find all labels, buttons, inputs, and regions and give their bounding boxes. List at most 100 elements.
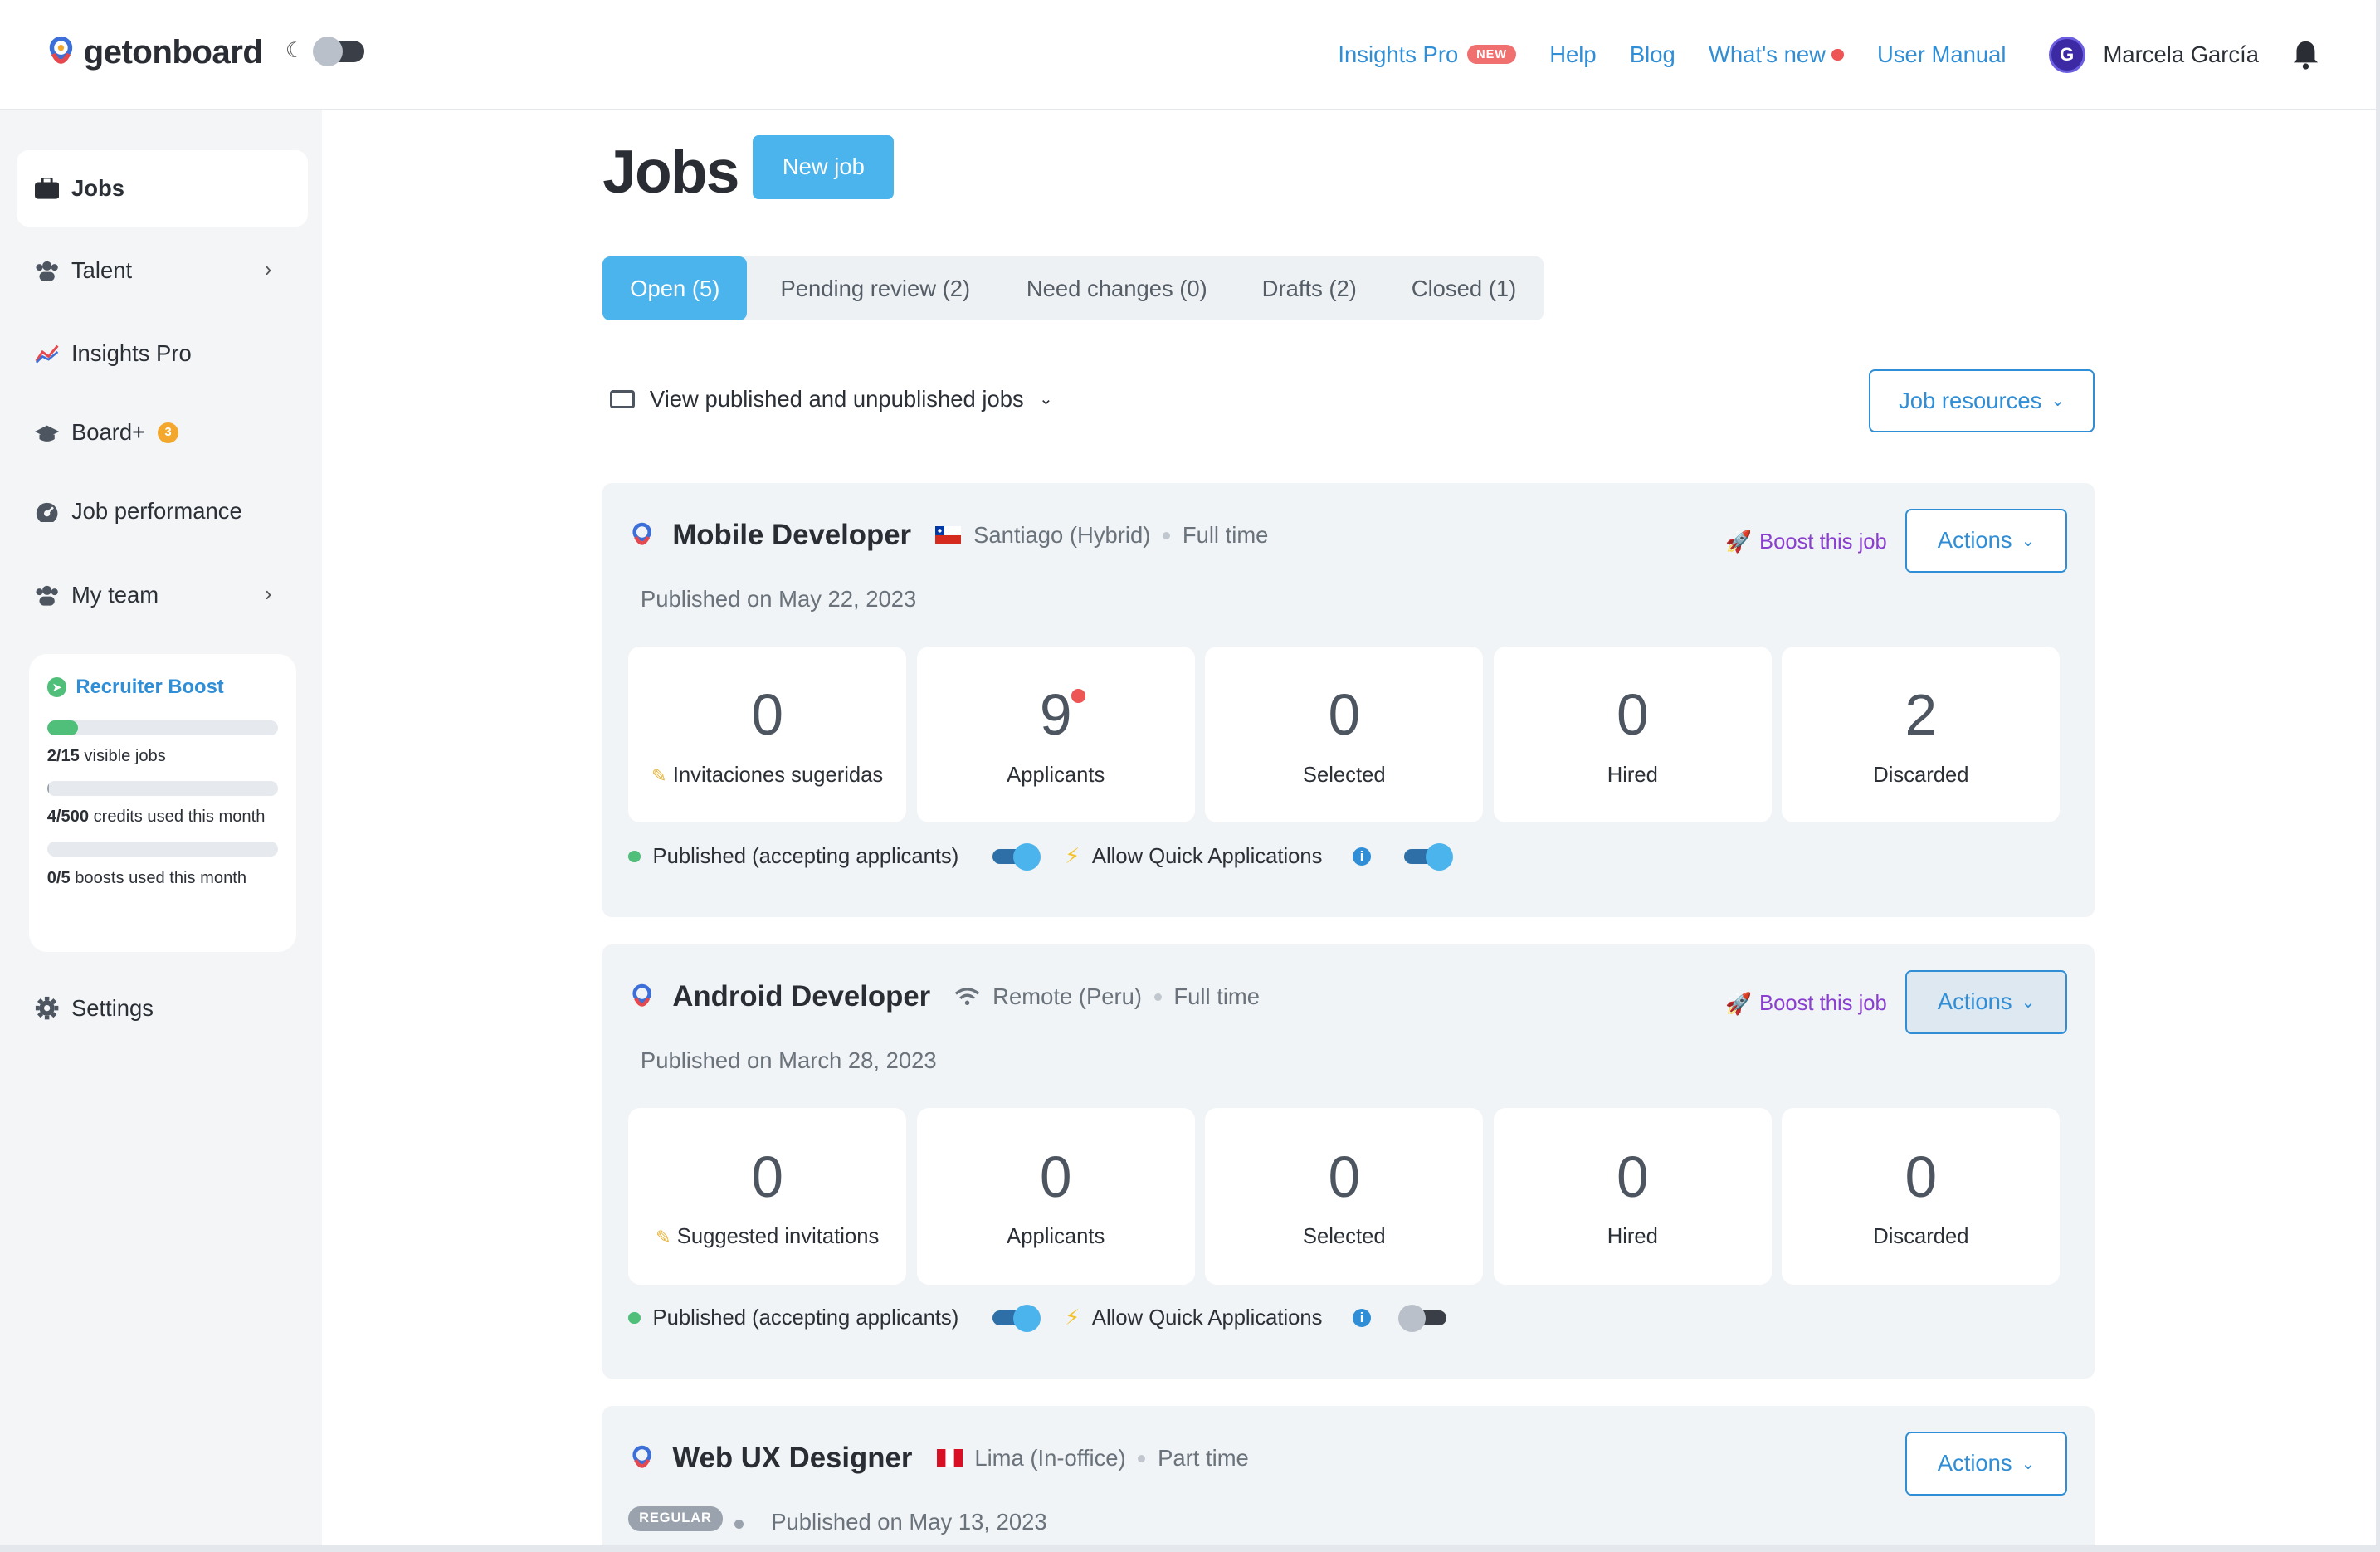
- stat-label: ✎ Suggested invitations: [656, 1225, 879, 1249]
- published-toggle[interactable]: [992, 842, 1041, 871]
- stat-suggested-invitations[interactable]: 0 ✎ Suggested invitations: [628, 1108, 907, 1285]
- job-type: Full time: [1182, 522, 1269, 549]
- job-type: Part time: [1158, 1445, 1249, 1471]
- job-meta: Santiago (Hybrid) Full time: [935, 522, 1268, 549]
- list-icon: [610, 389, 635, 408]
- top-bar: getonboard ☾ Insights Pro NEW Help Blog …: [0, 0, 2380, 110]
- magic-wand-icon: ✎: [656, 1226, 671, 1247]
- sidebar-item-label: My team: [71, 582, 159, 608]
- stat-label: Hired: [1607, 1225, 1658, 1249]
- stat-value: 0: [1616, 1144, 1649, 1209]
- job-location: Remote (Peru): [992, 983, 1142, 1010]
- nav-help[interactable]: Help: [1549, 41, 1596, 68]
- sidebar-item-jobs[interactable]: Jobs: [17, 150, 309, 227]
- actions-label: Actions: [1937, 527, 2012, 554]
- tab-open[interactable]: Open (5): [602, 256, 748, 320]
- job-resources-label: Job resources: [1899, 387, 2042, 413]
- stat-discarded[interactable]: 2 Discarded: [1782, 647, 2061, 823]
- stat-value: 2: [1904, 682, 1938, 748]
- user-menu[interactable]: G Marcela García: [2048, 36, 2259, 73]
- stat-count: 2/15: [46, 747, 80, 766]
- job-title[interactable]: Mobile Developer: [672, 520, 911, 552]
- stat-applicants[interactable]: 9 Applicants: [916, 647, 1195, 823]
- user-name: Marcela García: [2103, 41, 2259, 67]
- nav-whats-new[interactable]: What's new: [1709, 41, 1844, 68]
- nav-user-manual[interactable]: User Manual: [1877, 41, 2006, 68]
- bell-icon[interactable]: [2292, 40, 2319, 71]
- logo[interactable]: getonboard: [47, 33, 263, 71]
- stat-discarded[interactable]: 0 Discarded: [1782, 1108, 2061, 1285]
- quick-apply-toggle[interactable]: [1404, 842, 1453, 871]
- info-icon[interactable]: i: [1353, 1309, 1371, 1328]
- dark-mode-switch[interactable]: [312, 36, 365, 67]
- published-toggle-label: Published (accepting applicants): [652, 844, 959, 868]
- lightning-icon: ⚡: [1065, 845, 1080, 869]
- tab-need-changes[interactable]: Need changes (0): [999, 256, 1235, 320]
- separator-dot: [1153, 993, 1162, 1001]
- stat-value: 0: [1616, 682, 1649, 748]
- tab-pending-review[interactable]: Pending review (2): [747, 256, 999, 320]
- published-toggle[interactable]: [992, 1304, 1041, 1332]
- boost-this-job-link[interactable]: 🚀 Boost this job: [1725, 992, 1887, 1017]
- job-card: Mobile Developer Santiago (Hybrid) Full …: [602, 482, 2095, 917]
- lightning-icon: ⚡: [1065, 1306, 1080, 1330]
- top-nav: Insights Pro NEW Help Blog What's new Us…: [1338, 36, 2319, 73]
- team-icon: [35, 583, 59, 607]
- rocket-icon: ➤: [46, 677, 67, 697]
- company-logo-icon: [632, 1445, 651, 1468]
- boost-title-text: Recruiter Boost: [76, 676, 224, 699]
- stat-value: 0: [751, 1144, 783, 1209]
- nav-insights-pro[interactable]: Insights Pro NEW: [1338, 41, 1516, 68]
- job-header: Mobile Developer Santiago (Hybrid) Full …: [630, 520, 1268, 552]
- recruiter-boost-card: ➤ Recruiter Boost 2/15 visible jobs 4/50…: [28, 654, 296, 952]
- sidebar-item-job-performance[interactable]: Job performance: [17, 474, 308, 549]
- stat-suggested-invitations[interactable]: 0 ✎ Invitaciones sugeridas: [628, 647, 907, 823]
- gauge-icon: [35, 500, 59, 524]
- sidebar-item-insights-pro[interactable]: Insights Pro: [17, 315, 308, 391]
- peru-flag-icon: [936, 1449, 963, 1468]
- stat-label: Selected: [1302, 1225, 1386, 1249]
- credits-bar-fill: [46, 780, 49, 797]
- window-bottom-edge: [0, 1545, 2380, 1552]
- published-date: Published on March 28, 2023: [640, 1047, 937, 1074]
- sidebar-item-settings[interactable]: Settings: [17, 970, 308, 1046]
- stat-value: 0: [1328, 682, 1361, 748]
- actions-button[interactable]: Actions ⌄: [1904, 1432, 2068, 1496]
- sidebar-item-board-plus[interactable]: Board+ 3: [17, 395, 308, 471]
- actions-button[interactable]: Actions ⌄: [1904, 969, 2068, 1034]
- wifi-icon: [955, 988, 980, 1006]
- sidebar-item-talent[interactable]: Talent ›: [17, 232, 308, 308]
- stat-hired[interactable]: 0 Hired: [1493, 1108, 1772, 1285]
- stat-applicants[interactable]: 0 Applicants: [916, 1108, 1195, 1285]
- sidebar-item-label: Board+: [71, 419, 146, 446]
- stat-selected[interactable]: 0 Selected: [1205, 647, 1484, 823]
- sidebar-item-label: Talent: [71, 256, 133, 283]
- info-icon[interactable]: i: [1353, 847, 1371, 866]
- tab-closed[interactable]: Closed (1): [1384, 256, 1544, 320]
- sidebar-item-my-team[interactable]: My team ›: [17, 557, 308, 632]
- theme-toggle[interactable]: ☾: [285, 36, 365, 67]
- stat-value: 0: [751, 682, 783, 748]
- stat-label: Applicants: [1007, 764, 1105, 788]
- job-title[interactable]: Android Developer: [672, 981, 930, 1013]
- job-title[interactable]: Web UX Designer: [672, 1442, 912, 1475]
- logo-icon: [49, 37, 72, 64]
- stat-selected[interactable]: 0 Selected: [1205, 1108, 1484, 1285]
- stat-hired[interactable]: 0 Hired: [1493, 647, 1772, 823]
- stat-count: 0/5: [46, 868, 71, 887]
- view-filter-dropdown[interactable]: View published and unpublished jobs ⌄: [610, 386, 1053, 412]
- logo-text: getonboard: [83, 33, 263, 71]
- actions-button[interactable]: Actions ⌄: [1904, 508, 2068, 573]
- quick-apply-toggle[interactable]: [1397, 1304, 1447, 1332]
- published-date: Published on May 22, 2023: [640, 586, 917, 613]
- job-resources-button[interactable]: Job resources ⌄: [1868, 368, 2095, 433]
- credits-stat: 4/500 credits used this month: [47, 802, 278, 832]
- recruiter-boost-title[interactable]: ➤ Recruiter Boost: [46, 676, 278, 699]
- new-job-button[interactable]: New job: [753, 134, 895, 199]
- graduation-cap-icon: [35, 421, 60, 445]
- job-location: Santiago (Hybrid): [973, 522, 1151, 549]
- status-dot: [628, 1311, 641, 1325]
- nav-blog[interactable]: Blog: [1630, 41, 1675, 68]
- boost-this-job-link[interactable]: 🚀 Boost this job: [1725, 530, 1887, 554]
- tab-drafts[interactable]: Drafts (2): [1235, 256, 1384, 320]
